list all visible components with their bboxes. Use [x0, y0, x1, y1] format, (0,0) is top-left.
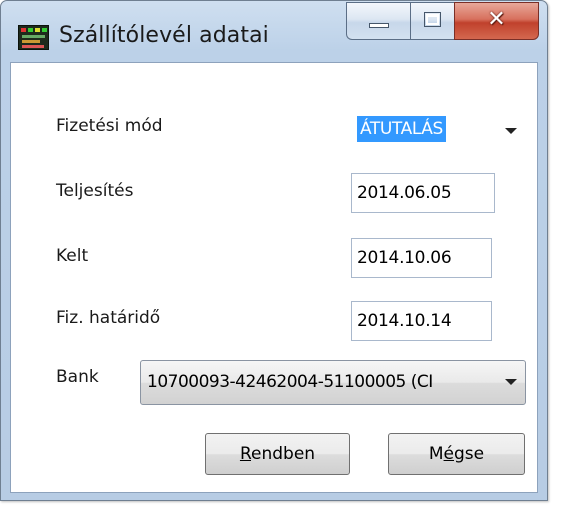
minimize-button[interactable]	[346, 2, 410, 40]
bank-label: Bank	[56, 367, 99, 387]
maximize-button[interactable]	[410, 2, 454, 40]
issued-label: Kelt	[56, 246, 89, 266]
maximize-icon	[424, 12, 441, 27]
payment-method-label: Fizetési mód	[56, 116, 163, 136]
cancel-accelerator: é	[443, 444, 455, 464]
due-date-label: Fiz. határidő	[56, 308, 161, 328]
cancel-label-end: gse	[454, 444, 485, 464]
due-date-field[interactable]: 2014.10.14	[351, 301, 492, 341]
dialog-window: Szállítólevél adatai ✕ Fizetési mód ÁTUT…	[0, 0, 548, 501]
chevron-down-icon	[505, 128, 517, 134]
issued-date-field[interactable]: 2014.10.06	[351, 238, 492, 278]
minimize-icon	[369, 23, 389, 28]
window-title: Szállítólevél adatai	[59, 23, 269, 48]
cancel-label-start: M	[428, 444, 444, 464]
dialog-client-area: Fizetési mód ÁTUTALÁS Teljesítés 2014.06…	[10, 62, 538, 493]
bank-value: 10700093-42462004-51100005 (CI	[147, 372, 433, 392]
ok-label: endben	[251, 444, 316, 464]
title-bar[interactable]: Szállítólevél adatai ✕	[1, 1, 547, 63]
cancel-button[interactable]: Mégse	[388, 433, 525, 475]
close-button[interactable]: ✕	[454, 2, 539, 40]
close-icon: ✕	[487, 7, 506, 32]
app-icon[interactable]	[18, 25, 49, 50]
chevron-down-icon	[505, 379, 517, 385]
caption-buttons: ✕	[346, 2, 539, 42]
fulfillment-label: Teljesítés	[56, 181, 134, 201]
payment-method-value: ÁTUTALÁS	[357, 116, 446, 142]
bank-select[interactable]: 10700093-42462004-51100005 (CI	[140, 360, 526, 405]
payment-method-select[interactable]: ÁTUTALÁS	[352, 108, 526, 150]
ok-accelerator: R	[239, 444, 251, 464]
fulfillment-date-field[interactable]: 2014.06.05	[351, 173, 495, 213]
ok-button[interactable]: Rendben	[205, 433, 350, 475]
